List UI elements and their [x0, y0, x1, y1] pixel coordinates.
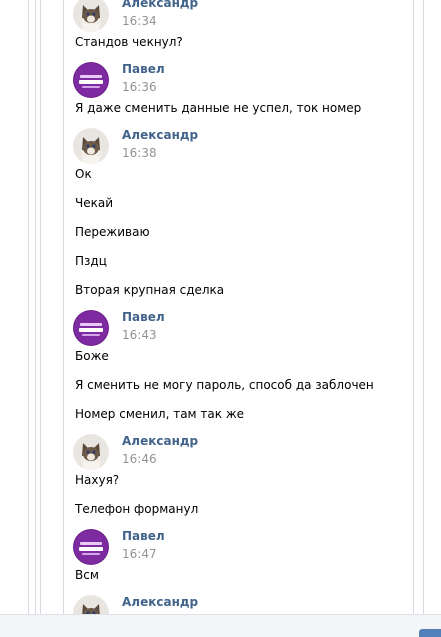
message-text: Стандов чекнул? [75, 35, 183, 49]
author-name[interactable]: Александр [122, 434, 198, 448]
author-name[interactable]: Александр [122, 128, 198, 142]
message-text: Пздц [75, 254, 107, 268]
cat-avatar[interactable] [73, 0, 109, 32]
message-text: Ок [75, 167, 92, 181]
compose-bar [0, 614, 441, 637]
author-name[interactable]: Павел [122, 62, 165, 76]
cat-avatar[interactable] [73, 128, 109, 164]
message-text: Я даже сменить данные не успел, ток номе… [75, 101, 362, 115]
purple-logo-avatar[interactable] [73, 62, 109, 98]
message-time[interactable]: 16:38 [122, 146, 157, 160]
message-text: Боже [75, 349, 109, 363]
message-text: Номер сменил, там так же [75, 407, 245, 421]
message-text: Вторая крупная сделка [75, 283, 225, 297]
message-time[interactable]: 16:36 [122, 80, 157, 94]
message-text: Нахуя? [75, 473, 120, 487]
purple-logo-avatar[interactable] [73, 310, 109, 346]
message-text: Переживаю [75, 225, 150, 239]
author-name[interactable]: Павел [122, 310, 165, 324]
message-text: Я сменить не могу пароль, способ да забл… [75, 378, 374, 392]
send-button[interactable] [419, 629, 441, 637]
message-feed: Александр 16:34 Стандов чекнул? Павел 16:36 Я… [0, 0, 441, 637]
message-time[interactable]: 16:43 [122, 328, 157, 342]
purple-logo-avatar[interactable] [73, 529, 109, 565]
author-name[interactable]: Александр [122, 0, 198, 10]
message-text: Телефон форманул [75, 502, 199, 516]
author-name[interactable]: Павел [122, 529, 165, 543]
message-time[interactable]: 16:46 [122, 452, 157, 466]
message-text: Всм [75, 568, 99, 582]
message-text: Чекай [75, 196, 114, 210]
message-time[interactable]: 16:34 [122, 14, 157, 28]
author-name[interactable]: Александр [122, 595, 198, 609]
cat-avatar[interactable] [73, 434, 109, 470]
message-time[interactable]: 16:47 [122, 547, 157, 561]
